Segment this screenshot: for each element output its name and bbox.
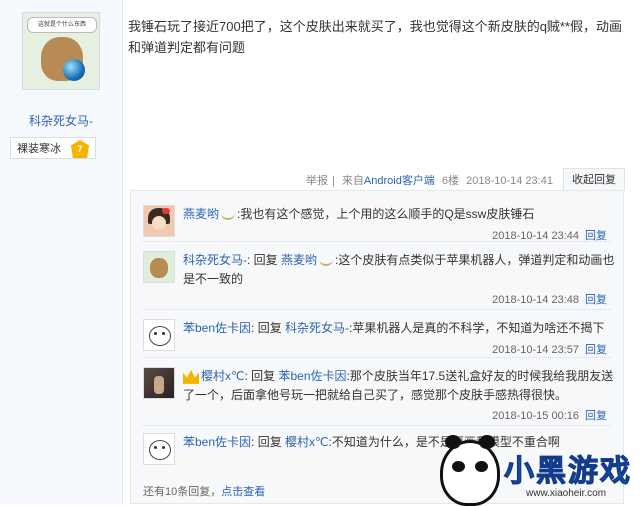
more-count: 还有10条回复， xyxy=(143,486,222,498)
client-source-link[interactable]: Android客户端 xyxy=(364,175,435,187)
reply-username[interactable]: 苯ben佐卡因 xyxy=(183,321,251,335)
reply-body: 苯ben佐卡因: 回复 科杂死女马-:苹果机器人是真的不科学，不知道为啥还不揭下 xyxy=(183,319,617,338)
reply-username[interactable]: 樱村x℃ xyxy=(201,369,244,383)
post-content: 我锤石玩了接近700把了，这个皮肤出来就买了，我也觉得这个新皮肤的q贼**假，动… xyxy=(128,19,623,55)
reply-meta: 2018-10-14 23:57 回复 xyxy=(492,341,607,357)
fold-replies-button[interactable]: 收起回复 xyxy=(563,168,625,191)
author-name[interactable]: 科杂死女马- xyxy=(0,112,122,129)
reply-text: :苹果机器人是真的不科学，不知道为啥还不揭下 xyxy=(349,321,605,335)
meta-separator: | xyxy=(332,175,335,187)
wave-icon xyxy=(319,256,334,266)
reply-body: 科杂死女马-: 回复 燕麦哟:这个皮肤有点类似于苹果机器人，弹道判定和动画也是不… xyxy=(183,251,617,289)
reply-to-username[interactable]: 科杂死女马- xyxy=(285,321,349,335)
divider xyxy=(143,357,611,358)
reply-avatar[interactable] xyxy=(143,319,175,351)
reply-username[interactable]: 燕麦哟 xyxy=(183,207,219,221)
divider xyxy=(143,425,611,426)
reply-time: 2018-10-14 23:57 xyxy=(492,344,579,356)
site-watermark: 小黑游戏 www.xiaoheir.com xyxy=(440,435,640,506)
reply-prefix: : 回复 xyxy=(251,321,286,335)
author-avatar[interactable]: 这就是个什么东西 xyxy=(22,12,100,90)
wave-icon xyxy=(221,210,236,220)
reply-prefix: : 回复 xyxy=(251,435,286,449)
reply-button[interactable]: 回复 xyxy=(585,344,607,356)
reply-text: :我也有这个感觉，上个用的这么顺手的Q是ssw皮肤锤石 xyxy=(237,207,535,221)
reply-username[interactable]: 苯ben佐卡因 xyxy=(183,435,251,449)
reply-body: 樱村x℃: 回复 苯ben佐卡因:那个皮肤当年17.5送礼盒好友的时候我给我朋友… xyxy=(183,367,617,405)
reply-username[interactable]: 科杂死女马- xyxy=(183,253,247,267)
reply-button[interactable]: 回复 xyxy=(585,410,607,422)
reply-time: 2018-10-15 00:16 xyxy=(492,410,579,422)
reply-to-username[interactable]: 苯ben佐卡因 xyxy=(279,369,347,383)
reply-prefix: : 回复 xyxy=(247,253,282,267)
reply-prefix: : 回复 xyxy=(244,369,279,383)
report-link[interactable]: 举报 xyxy=(306,175,328,187)
reply-avatar[interactable] xyxy=(143,433,175,465)
view-more-link[interactable]: 点击查看 xyxy=(221,486,265,498)
reply-to-username[interactable]: 燕麦哟 xyxy=(281,253,317,267)
source-prefix: 来自 xyxy=(341,175,364,187)
more-replies: 还有10条回复，点击查看 xyxy=(143,483,265,499)
divider xyxy=(143,241,611,242)
reply-avatar[interactable] xyxy=(143,367,175,399)
member-badge[interactable]: 裸装寒冰 7 xyxy=(10,137,96,159)
watermark-url: www.xiaoheir.com xyxy=(526,488,607,499)
reply-time: 2018-10-14 23:48 xyxy=(492,294,579,306)
vip-crown-icon xyxy=(183,369,199,384)
reply-avatar[interactable] xyxy=(143,205,175,237)
badge-label: 裸装寒冰 xyxy=(17,143,61,155)
reply-button[interactable]: 回复 xyxy=(585,294,607,306)
author-sidebar: 这就是个什么东西 科杂死女马- 裸装寒冰 7 xyxy=(0,0,123,504)
reply-avatar[interactable] xyxy=(143,251,175,283)
orb-icon xyxy=(63,59,85,81)
post-time: 2018-10-14 23:41 xyxy=(466,175,553,187)
reply-body: 燕麦哟 :我也有这个感觉，上个用的这么顺手的Q是ssw皮肤锤石 xyxy=(183,205,617,224)
reply-to-username[interactable]: 樱村x℃ xyxy=(285,435,328,449)
avatar-caption: 这就是个什么东西 xyxy=(27,17,97,33)
floor-number: 6楼 xyxy=(441,175,460,187)
watermark-title: 小黑游戏 xyxy=(504,455,632,489)
divider xyxy=(143,309,611,310)
reply-meta: 2018-10-14 23:48 回复 xyxy=(492,291,607,307)
panda-logo-icon xyxy=(440,435,500,506)
level-icon: 7 xyxy=(71,140,89,158)
reply-meta: 2018-10-15 00:16 回复 xyxy=(492,407,607,423)
post-meta: 举报 | 来自Android客户端 6楼 2018-10-14 23:41 xyxy=(306,172,557,188)
